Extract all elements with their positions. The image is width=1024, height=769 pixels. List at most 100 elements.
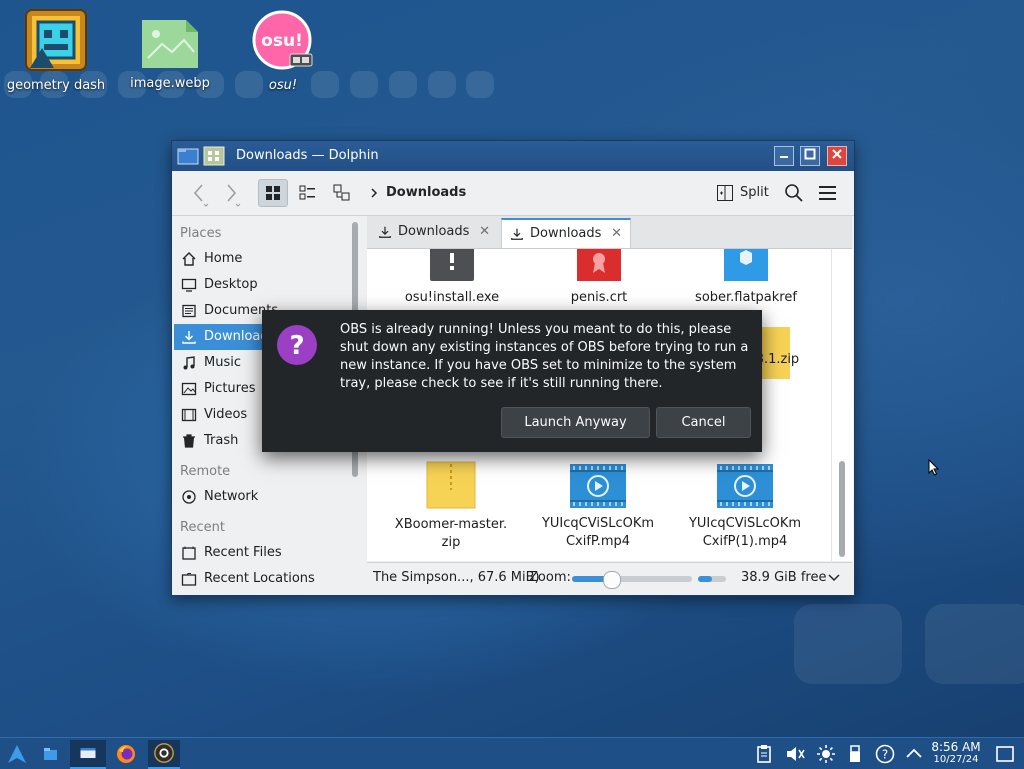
- view-compact-button[interactable]: [294, 179, 322, 207]
- file-name-line2: CxifP.mp4: [565, 534, 631, 549]
- places-item-recent-files[interactable]: Recent Files: [174, 540, 346, 566]
- obs-task-button[interactable]: [148, 740, 180, 769]
- file-name: YUIcqCViSLcOKm: [541, 516, 655, 531]
- places-item-label: Pictures: [204, 381, 256, 396]
- places-item-recent-locations[interactable]: Recent Locations: [174, 566, 346, 592]
- downloads-icon: [511, 228, 523, 240]
- desktop-icon-image-webp[interactable]: image.webp: [120, 18, 220, 91]
- compact-view-icon: [299, 185, 315, 200]
- trash-icon: [183, 434, 195, 448]
- forward-button[interactable]: [218, 179, 244, 207]
- home-icon: [182, 252, 196, 266]
- minimize-icon: [780, 156, 788, 158]
- desktop-icon-label: geometry dash: [6, 78, 106, 93]
- places-item-home[interactable]: Home: [174, 246, 346, 272]
- icons-view-icon: [266, 186, 280, 200]
- zip-icon: [426, 461, 476, 509]
- file-item[interactable]: penis.crt: [529, 249, 669, 307]
- recent-files-icon: [182, 546, 196, 560]
- network-icon: [182, 490, 196, 504]
- file-name: sober.flatpakref: [695, 290, 797, 305]
- file-item[interactable]: osu!install.exe: [382, 249, 522, 307]
- zoom-label: Zoom:: [529, 570, 571, 585]
- taskbar: ? 8:56 AM 10/27/24: [0, 737, 1024, 769]
- tab-label: Downloads: [398, 224, 470, 239]
- minimize-button[interactable]: [774, 146, 794, 166]
- cancel-button[interactable]: Cancel: [656, 407, 751, 438]
- dolphin-task-button[interactable]: [70, 740, 106, 769]
- application-launcher-icon[interactable]: [5, 742, 29, 766]
- search-icon: [785, 184, 803, 202]
- documents-icon: [182, 304, 196, 318]
- brightness-icon[interactable]: [814, 742, 838, 766]
- places-item-label: Music: [204, 355, 241, 370]
- breadcrumb[interactable]: Downloads: [368, 179, 488, 207]
- close-button[interactable]: [827, 146, 847, 166]
- breadcrumb-current: Downloads: [386, 185, 467, 200]
- desktop-icon-osu[interactable]: osu! osu!: [233, 10, 333, 93]
- usb-icon[interactable]: [843, 742, 867, 766]
- zoom-slider[interactable]: [572, 571, 692, 589]
- folder-icon: [177, 148, 199, 165]
- hamburger-menu-button[interactable]: [816, 179, 840, 207]
- clock-time: 8:56 AM: [931, 740, 981, 754]
- dolphin-task-icon: [80, 748, 96, 758]
- downloads-icon: [379, 226, 391, 238]
- view-icons-button[interactable]: [258, 179, 288, 207]
- chevron-down-icon[interactable]: [827, 572, 841, 584]
- volume-muted-icon[interactable]: [783, 742, 807, 766]
- show-desktop-icon[interactable]: [993, 742, 1017, 766]
- search-button[interactable]: [782, 179, 806, 207]
- tab-bar: Downloads ✕ Downloads ✕: [367, 216, 852, 249]
- video-file-icon: [717, 464, 773, 508]
- zoom-slider-handle[interactable]: [603, 571, 621, 589]
- scrollbar-thumb[interactable]: [839, 461, 845, 557]
- file-manager-icon[interactable]: [38, 742, 62, 766]
- music-icon: [183, 356, 195, 370]
- file-item[interactable]: sober.flatpakref: [676, 249, 816, 307]
- tray-expand-icon[interactable]: [902, 742, 926, 766]
- file-view-scrollbar[interactable]: [831, 249, 853, 561]
- places-item-label: Trash: [204, 433, 239, 448]
- tab-close-icon[interactable]: ✕: [611, 220, 622, 248]
- window-titlebar[interactable]: Downloads — Dolphin: [172, 141, 854, 171]
- places-header: Places: [180, 226, 222, 241]
- clock-date: 10/27/24: [933, 754, 979, 765]
- video-file-icon: [570, 464, 626, 508]
- maximize-button[interactable]: [800, 146, 820, 166]
- file-item[interactable]: YUIcqCViSLcOKm CxifP(1).mp4: [675, 463, 815, 551]
- tab-close-icon[interactable]: ✕: [479, 218, 490, 246]
- package-icon: [724, 249, 768, 281]
- desktop-ghost-tile: [389, 71, 417, 98]
- back-button[interactable]: [186, 179, 212, 207]
- tab-downloads-1[interactable]: Downloads ✕: [370, 218, 498, 248]
- obs-icon: [154, 743, 174, 763]
- svg-text:osu!: osu!: [261, 31, 303, 51]
- free-space-bar: [698, 576, 726, 582]
- clipboard-icon[interactable]: [752, 742, 776, 766]
- geometry-dash-icon: [25, 9, 87, 71]
- free-space-label: 38.9 GiB free: [741, 570, 827, 585]
- toolbar: Downloads Split: [172, 171, 854, 216]
- split-label: Split: [740, 185, 769, 200]
- firefox-icon[interactable]: [114, 742, 138, 766]
- file-item[interactable]: XBoomer-master. zip: [381, 460, 521, 552]
- file-item[interactable]: YUIcqCViSLcOKm CxifP.mp4: [528, 463, 668, 551]
- tab-downloads-2[interactable]: Downloads ✕: [501, 218, 631, 248]
- view-details-button[interactable]: [328, 179, 356, 207]
- desktop-icon-geometry-dash[interactable]: geometry dash: [6, 8, 106, 93]
- launch-anyway-button[interactable]: Launch Anyway: [501, 407, 650, 438]
- window-title: Downloads — Dolphin: [236, 148, 379, 163]
- forward-arrow-icon: [227, 184, 241, 207]
- file-name: penis.crt: [570, 290, 628, 305]
- places-item-network[interactable]: Network: [174, 484, 346, 510]
- clock[interactable]: 8:56 AM 10/27/24: [924, 740, 988, 766]
- split-button[interactable]: Split: [716, 179, 772, 207]
- chevron-right-icon: [371, 188, 378, 198]
- svg-text:?: ?: [289, 331, 304, 361]
- file-name-line2: zip: [441, 535, 461, 550]
- places-item-desktop[interactable]: Desktop: [174, 272, 346, 298]
- help-icon[interactable]: ?: [873, 742, 897, 766]
- places-item-label: Desktop: [204, 277, 258, 292]
- places-item-label: Videos: [204, 407, 248, 422]
